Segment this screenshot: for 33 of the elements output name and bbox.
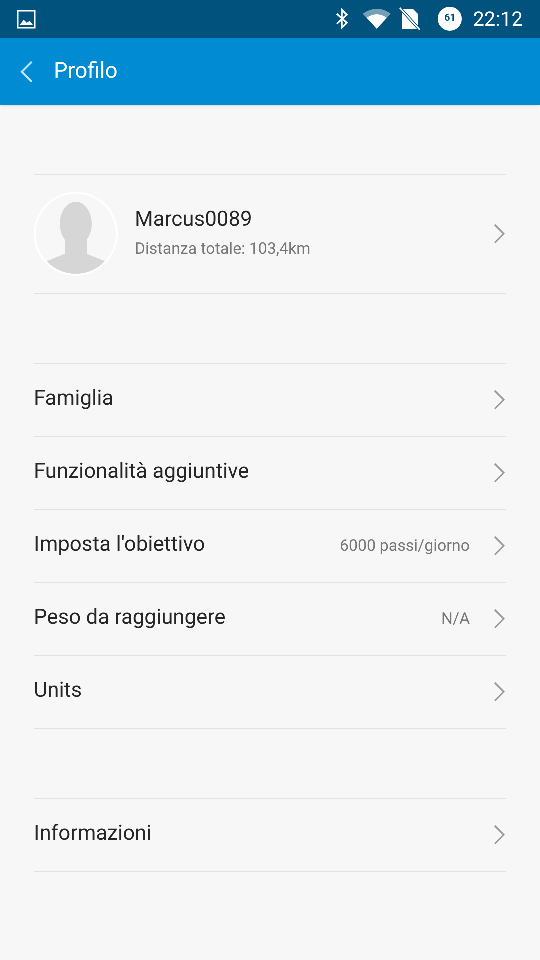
settings-row[interactable]: Informazioni (34, 799, 506, 872)
row-label: Imposta l'obiettivo (34, 532, 206, 560)
chevron-right-icon (494, 463, 506, 483)
bluetooth-icon (335, 8, 350, 30)
settings-row[interactable]: Peso da raggiungere N/A (34, 583, 506, 656)
row-value: N/A (442, 608, 470, 630)
settings-row[interactable]: Famiglia (34, 364, 506, 437)
row-label: Informazioni (34, 821, 153, 848)
settings-row[interactable]: Units (34, 656, 506, 729)
back-button[interactable] (20, 60, 34, 82)
row-value: 6000 passi/giorno (340, 535, 470, 557)
row-label: Peso da raggiungere (34, 605, 227, 632)
battery-indicator: 61 (438, 7, 462, 31)
settings-row[interactable]: Imposta l'obiettivo 6000 passi/giorno (34, 510, 506, 583)
avatar-icon (34, 192, 118, 276)
clock: 22:12 (473, 9, 523, 29)
row-label: Famiglia (34, 386, 115, 414)
chevron-right-icon (494, 224, 506, 244)
screen-title: Profilo (54, 58, 118, 86)
chevron-right-icon (494, 682, 506, 702)
username: Marcus0089 (135, 207, 254, 234)
row-label: Units (34, 678, 84, 706)
no-sim-icon (399, 7, 422, 31)
image-icon (17, 10, 36, 28)
settings-row[interactable]: Funzionalità aggiuntive (34, 437, 506, 510)
chevron-right-icon (494, 536, 506, 556)
chevron-right-icon (494, 390, 506, 410)
wifi-icon (363, 8, 392, 30)
row-label: Funzionalità aggiuntive (34, 459, 250, 486)
profile-row[interactable]: Marcus0089 Distanza totale: 103,4km (34, 174, 506, 294)
chevron-right-icon (494, 609, 506, 629)
chevron-right-icon (494, 825, 506, 845)
total-distance: Distanza totale: 103,4km (135, 238, 312, 260)
